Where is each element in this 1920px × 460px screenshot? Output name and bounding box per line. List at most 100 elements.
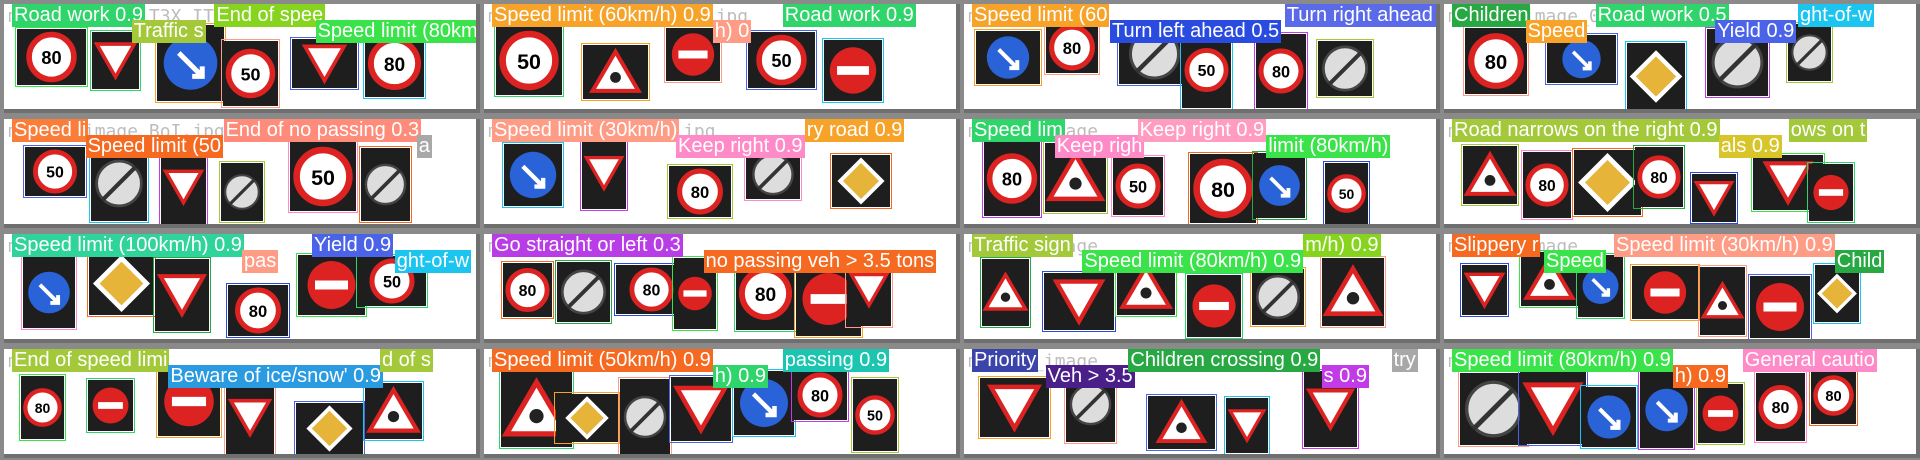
detection-label: Speed lim xyxy=(972,119,1065,142)
detection-box xyxy=(822,38,884,103)
detection-label: als 0.9 xyxy=(1718,135,1782,158)
detection-box xyxy=(219,161,265,223)
detection-label: h) 0.9 xyxy=(712,365,768,388)
detection-box xyxy=(1580,385,1638,449)
detection-label: s 0.9 xyxy=(1321,365,1369,388)
detection-label: End of speed limi xyxy=(12,349,170,372)
detection-box xyxy=(830,153,892,209)
detection-box xyxy=(555,260,612,324)
detection-box xyxy=(1809,365,1858,426)
detection-box xyxy=(1463,26,1529,96)
detection-box xyxy=(1044,20,1100,75)
detection-box xyxy=(19,374,66,441)
detection-label: Traffic sign xyxy=(972,234,1073,257)
detection-box xyxy=(1254,32,1308,109)
detection-label: Children xyxy=(1452,4,1531,27)
detection-label: Speed limit (80km/h) 0.9 xyxy=(1082,250,1304,273)
detection-box xyxy=(1316,39,1374,98)
detection-label: try xyxy=(1391,349,1418,372)
detection-box xyxy=(1633,145,1685,209)
image-tile: merged_image80508050Speed limKeep righKe… xyxy=(964,119,1440,228)
detection-box xyxy=(294,401,365,454)
detection-box xyxy=(581,43,650,101)
detection-box xyxy=(1146,394,1217,451)
detection-box xyxy=(851,377,899,453)
detection-label: Speed limit (80km xyxy=(315,20,478,43)
detection-box xyxy=(982,139,1042,218)
detection-box xyxy=(502,142,564,208)
detection-label: Speed xyxy=(1525,20,1588,43)
detection-label: no passing veh > 3.5 tons xyxy=(703,250,937,273)
detection-label: Keep right 0.9 xyxy=(1137,119,1267,142)
image-tile: merged_imageSlippery rSpeedSpeed limit (… xyxy=(1444,234,1920,343)
detection-label: Slippery r xyxy=(1452,234,1541,257)
detection-label: Veh > 3.5 xyxy=(1045,365,1135,388)
detection-box xyxy=(667,164,733,219)
detection-box xyxy=(221,39,280,108)
image-tile: merged_image_10_Z.jpg80Speed limit (30km… xyxy=(484,119,960,228)
detection-box xyxy=(554,392,620,444)
detection-box xyxy=(1698,265,1747,337)
detection-box xyxy=(501,261,554,319)
image-tile: merged_image_03RAc_L.jpg5050Speed limit … xyxy=(484,4,960,113)
detection-box xyxy=(23,145,87,198)
image-tile: merged_image_BoI.jpg 50 50 Speed li Speed li… xyxy=(4,119,480,228)
detection-label: Speed limit (30km/h) xyxy=(492,119,680,142)
detection-label: Priority xyxy=(972,349,1039,372)
image-tile: merged_image.jpg808080Go straight or lef… xyxy=(484,234,960,343)
image-tile: merged_image8080Road narrows on the righ… xyxy=(1444,119,1920,228)
detection-label: Speed limit (100km/h) 0.9 xyxy=(12,234,244,257)
detection-box xyxy=(1696,382,1745,445)
detection-label: Turn right ahead 0.7 xyxy=(1284,4,1436,27)
detection-box xyxy=(290,37,359,90)
detection-label: Turn left ahead 0.5 xyxy=(1110,20,1282,43)
detection-box xyxy=(1250,267,1306,327)
detection-label: ows on t xyxy=(1788,119,1868,142)
detection-box xyxy=(1460,263,1509,317)
detection-label: Beware of ice/snow' 0.9 xyxy=(168,365,383,388)
detection-label: a xyxy=(416,135,432,158)
detection-label: Road work 0.5 xyxy=(1595,4,1729,27)
detection-label: limit (80km/h) xyxy=(1266,135,1391,158)
detection-label: Keep right 0.9 xyxy=(676,135,805,158)
detection-label: Go straight or left 0.3 xyxy=(492,234,683,257)
image-tile: merged_image80End of speed limiBeware of… xyxy=(4,349,480,458)
detection-box xyxy=(87,250,156,317)
detection-label: Speed li xyxy=(12,119,89,142)
detection-box xyxy=(1323,161,1370,224)
detection-label: ght-of-w xyxy=(1798,4,1875,27)
detection-box xyxy=(1224,396,1270,454)
detection-label: End of spee xyxy=(214,4,326,27)
detection-label: Children crossing 0.9 xyxy=(1128,349,1321,372)
detection-label: Speed limit (30km/h) 0.9 xyxy=(1614,234,1835,257)
detection-box xyxy=(363,381,424,441)
detection-box xyxy=(21,255,77,330)
detection-label: Road work 0.9 xyxy=(782,4,916,27)
detection-box xyxy=(1252,151,1307,220)
image-tile: merged_imagePriorityVeh > 3.5Children cr… xyxy=(964,349,1440,458)
detection-box xyxy=(580,135,628,211)
detection-box xyxy=(224,379,276,454)
detection-box xyxy=(86,378,135,433)
detection-box xyxy=(980,257,1031,328)
detection-label: ght-of-w xyxy=(394,250,472,273)
detection-box xyxy=(494,24,564,97)
detection-label: h) 0 xyxy=(712,20,752,43)
detection-label: Speed limit (50km/h) 0.9 xyxy=(492,349,713,372)
detection-box xyxy=(1807,162,1855,223)
detection-label: Traffic s xyxy=(131,20,206,43)
detection-label: Speed limit (50 xyxy=(85,135,223,158)
detection-label: d of s xyxy=(380,349,433,372)
detection-box xyxy=(1111,155,1165,217)
detection-label: Yield 0.9 xyxy=(1715,20,1797,43)
detection-box xyxy=(159,148,208,224)
detection-box xyxy=(1320,256,1386,328)
image-tile: merged_image805080Speed limit (60Turn le… xyxy=(964,4,1440,113)
detection-label: Speed limit (80km/h) 0.9 xyxy=(1452,349,1673,372)
image-tile: merged_image8050Speed limit (50km/h) 0.9… xyxy=(484,349,960,458)
image-tile: merged_imageTraffic signSpeed limit (80k… xyxy=(964,234,1440,343)
detection-box xyxy=(746,30,817,90)
detection-box xyxy=(359,146,412,223)
detection-box xyxy=(1518,370,1588,446)
detection-box xyxy=(1461,144,1519,206)
